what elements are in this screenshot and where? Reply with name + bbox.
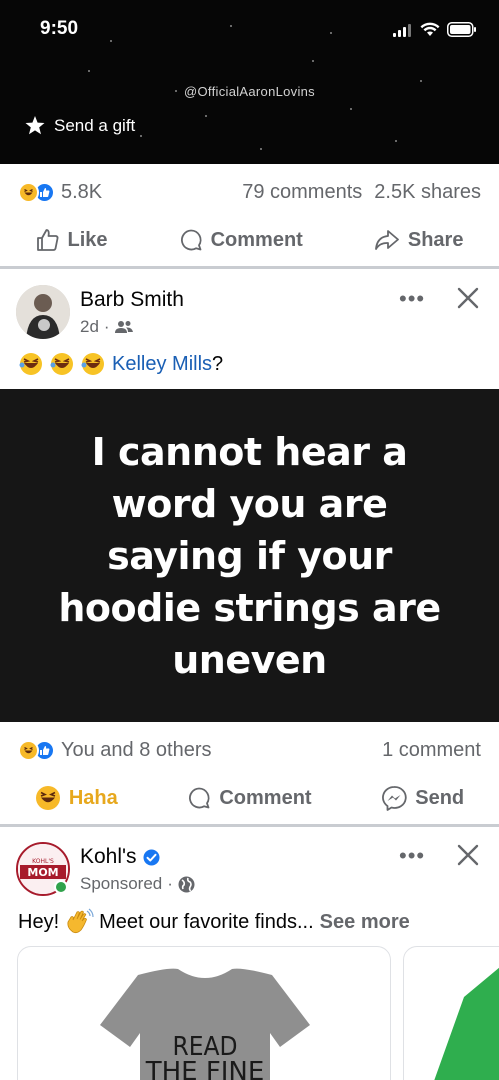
shirt-print-line2: THE FINE: [145, 1057, 265, 1080]
meme-image[interactable]: I cannot hear a word you are saying if y…: [0, 389, 499, 722]
comment-count-link[interactable]: 1 comment: [382, 739, 481, 762]
post-meta: 2d ·: [80, 317, 133, 337]
like-button[interactable]: Like: [36, 228, 108, 252]
post1-reactions[interactable]: 5.8K: [18, 181, 102, 204]
signal-icon: [393, 23, 411, 37]
share-count-link[interactable]: 2.5K shares: [374, 181, 481, 204]
profile-photo-icon: [16, 285, 70, 339]
send-button[interactable]: Send: [381, 785, 464, 811]
status-time: 9:50: [40, 18, 79, 39]
like-label: Like: [67, 228, 108, 251]
close-icon[interactable]: [457, 287, 479, 309]
waving-hand-icon: [67, 908, 94, 934]
comment-bubble-icon: [189, 787, 210, 809]
comment-label: Comment: [210, 228, 303, 251]
share-arrow-icon: [374, 230, 399, 250]
post-divider: [0, 824, 499, 827]
haha-reaction-icon: [18, 181, 39, 203]
meme-text: I cannot hear a word you are saying if y…: [58, 429, 441, 682]
close-icon[interactable]: [457, 844, 479, 866]
comment-label: Comment: [219, 786, 312, 809]
post1-stats: 5.8K 79 comments 2.5K shares: [0, 170, 499, 214]
sponsor-author[interactable]: Kohl's: [80, 845, 160, 869]
ad-text: Hey! Meet our favorite finds... See more: [18, 908, 410, 936]
status-icons: [393, 22, 477, 37]
comment-button[interactable]: Comment: [187, 786, 312, 810]
online-status-dot: [54, 880, 68, 894]
share-label: Share: [407, 228, 464, 251]
send-gift-label: Send a gift: [54, 116, 136, 135]
mention-link[interactable]: Kelley Mills: [112, 353, 212, 376]
svg-text:MOM: MOM: [27, 866, 58, 879]
video-watermark: @OfficialAaronLovins: [184, 84, 315, 99]
haha-button[interactable]: Haha: [35, 785, 118, 811]
tshirt-product-image: READ THE FINE: [100, 968, 310, 1080]
carousel-card[interactable]: [403, 946, 499, 1080]
carousel-card[interactable]: READ THE FINE: [17, 946, 391, 1080]
ad-text-start: Hey!: [18, 910, 60, 933]
comment-count-link[interactable]: 79 comments: [242, 181, 362, 204]
post-author[interactable]: Barb Smith: [80, 288, 184, 312]
wifi-icon: [420, 22, 440, 36]
haha-reaction-icon: [18, 739, 39, 761]
sponsored-label[interactable]: Sponsored: [80, 874, 162, 894]
haha-label: Haha: [68, 786, 118, 809]
haha-face-icon: [35, 786, 60, 810]
globe-icon: [178, 876, 195, 892]
post2-stats: You and 8 others 1 comment: [0, 728, 499, 772]
sponsor-name: Kohl's: [80, 845, 137, 868]
send-label: Send: [415, 786, 465, 809]
post-text-suffix: ?: [212, 352, 224, 375]
comment-button[interactable]: Comment: [179, 228, 303, 252]
laughing-emoji-icon: [19, 353, 104, 375]
post2-reactions[interactable]: You and 8 others: [18, 739, 212, 762]
battery-icon: [447, 22, 476, 37]
svg-text:KOHL'S: KOHL'S: [32, 858, 54, 865]
post-time[interactable]: 2d: [80, 317, 99, 337]
sponsored-meta: Sponsored ·: [80, 874, 195, 894]
reactions-summary: You and 8 others: [61, 738, 212, 761]
barb-smith-avatar[interactable]: [16, 285, 70, 339]
green-product-image: [434, 967, 499, 1080]
post-divider: [0, 266, 499, 269]
share-button[interactable]: Share: [374, 228, 464, 252]
messenger-icon: [382, 786, 407, 811]
send-gift-button[interactable]: Send a gift: [24, 115, 135, 137]
see-more-link[interactable]: See more: [320, 911, 410, 934]
thumbs-up-icon: [36, 229, 59, 251]
post-text: Kelley Mills ?: [18, 351, 223, 377]
verified-badge-icon: [143, 849, 160, 865]
more-options-icon[interactable]: •••: [399, 286, 425, 312]
gift-star-icon: [25, 116, 45, 135]
more-options-icon[interactable]: •••: [399, 843, 425, 869]
video-player[interactable]: 9:50 @OfficialAaronLovins Send a gift: [0, 0, 499, 164]
ad-text-rest: Meet our favorite finds...: [99, 910, 314, 933]
post1-actions: Like Comment Share: [0, 217, 499, 263]
comment-bubble-icon: [180, 229, 202, 251]
reaction-count: 5.8K: [61, 180, 103, 203]
friends-audience-icon: [114, 321, 133, 333]
post2-actions: Haha Comment Send: [0, 775, 499, 821]
